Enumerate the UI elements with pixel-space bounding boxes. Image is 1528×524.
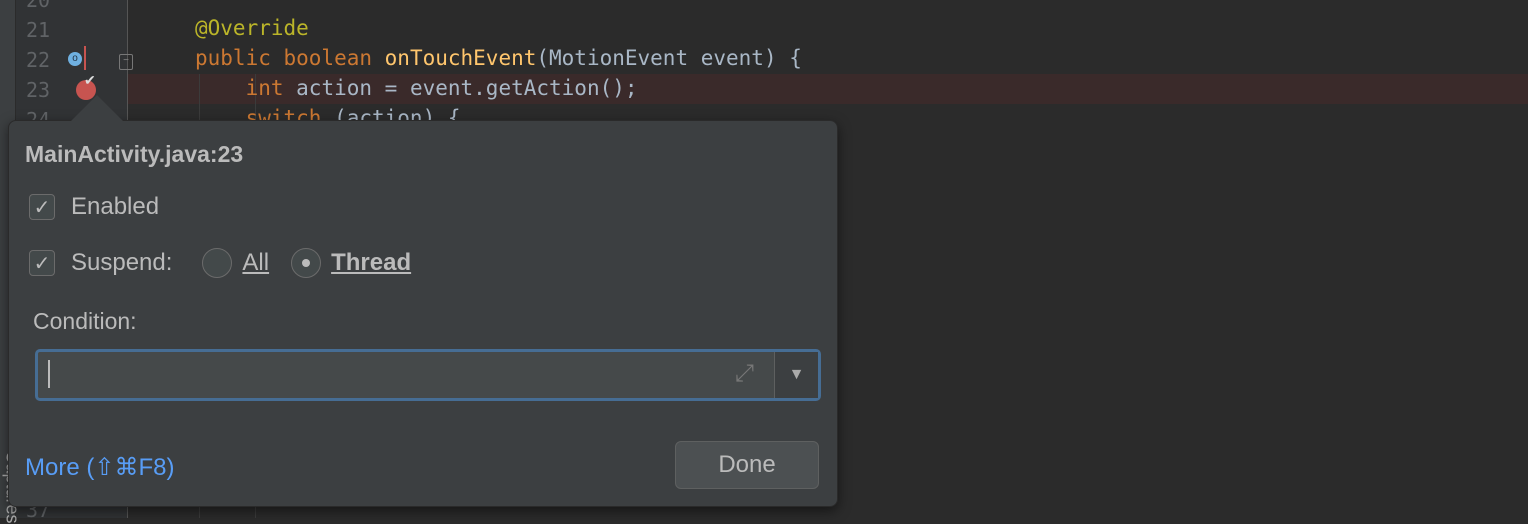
line-number: 23 — [26, 78, 51, 102]
code-line: int action = event.getAction(); — [195, 76, 638, 100]
radio-selected-dot — [302, 259, 311, 267]
history-dropdown-button[interactable]: ▼ — [774, 352, 818, 398]
popup-title: MainActivity.java:23 — [25, 141, 244, 167]
override-arrow-icon — [84, 46, 86, 70]
code-token: int — [195, 76, 297, 100]
text-caret — [48, 360, 50, 388]
chevron-down-icon: ▼ — [788, 366, 805, 383]
condition-input[interactable]: ⤢ ▼ — [35, 349, 821, 401]
line-number: 22 — [26, 48, 51, 72]
radio-all-label[interactable]: All — [242, 249, 269, 277]
suspend-checkbox[interactable]: ✓ — [29, 250, 55, 276]
enabled-checkbox[interactable]: ✓ Enabled — [29, 193, 159, 221]
fold-icon[interactable]: − — [119, 54, 133, 70]
radio-all[interactable] — [202, 248, 233, 278]
popup-arrow — [71, 95, 123, 121]
check-icon: ✔ — [84, 72, 96, 88]
override-icon[interactable]: o — [68, 52, 82, 66]
line-number: 20 — [26, 0, 51, 12]
radio-thread-label[interactable]: Thread — [331, 249, 411, 277]
code-token: (MotionEvent event) { — [536, 46, 802, 70]
code-line: public boolean onTouchEvent(MotionEvent … — [195, 46, 802, 70]
line-number: 21 — [26, 18, 51, 42]
breakpoint-popup: MainActivity.java:23 ✓ Enabled ✓ Suspend… — [8, 95, 838, 507]
code-token: public boolean — [195, 46, 385, 70]
done-button[interactable]: Done — [675, 441, 819, 489]
enabled-label: Enabled — [71, 193, 160, 220]
suspend-label: Suspend: — [71, 249, 173, 276]
code-line: @Override — [195, 16, 309, 40]
code-token: @Override — [195, 16, 309, 40]
check-icon: ✓ — [29, 194, 55, 220]
code-token: action = event.getAction(); — [296, 76, 638, 100]
expand-icon[interactable]: ⤢ — [735, 360, 754, 388]
radio-thread[interactable] — [291, 248, 322, 278]
more-link[interactable]: More (⇧⌘F8) — [25, 453, 174, 482]
condition-label: Condition: — [33, 308, 137, 334]
code-token: onTouchEvent — [384, 46, 537, 70]
